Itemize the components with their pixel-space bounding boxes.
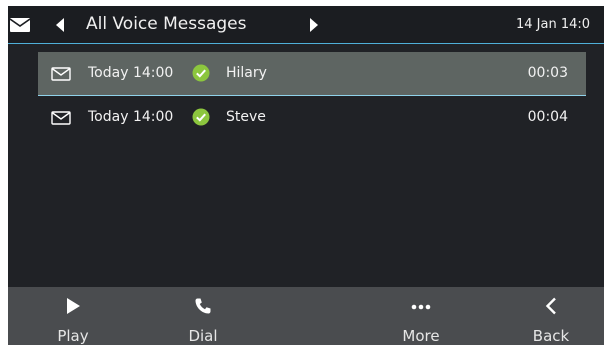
message-duration: 00:03 <box>527 65 568 81</box>
phone-icon <box>195 298 211 314</box>
voice-messages-screen: All Voice Messages 14 Jan 14:0 Today 14:… <box>8 6 604 345</box>
envelope-icon <box>51 111 71 125</box>
message-time: Today 14:00 <box>88 109 174 125</box>
page-title: All Voice Messages <box>86 14 247 34</box>
back-softkey[interactable]: Back <box>511 287 591 345</box>
message-row-steve[interactable]: Today 14:00 Steve 00:04 <box>38 96 586 140</box>
message-row-hilary[interactable]: Today 14:00 Hilary 00:03 <box>38 52 586 96</box>
more-softkey[interactable]: More <box>381 287 461 345</box>
check-icon <box>192 64 210 82</box>
caller-name: Hilary <box>226 65 267 81</box>
mail-icon <box>10 18 30 32</box>
header-divider <box>8 43 604 44</box>
caller-name: Steve <box>226 109 266 125</box>
more-dots-icon <box>411 304 431 310</box>
play-icon <box>67 298 80 314</box>
back-chevron-icon <box>545 297 556 315</box>
dial-softkey[interactable]: Dial <box>163 287 243 345</box>
play-softkey[interactable]: Play <box>33 287 113 345</box>
dial-label: Dial <box>188 327 218 345</box>
check-icon <box>192 108 210 126</box>
header-bar: All Voice Messages 14 Jan 14:0 <box>8 6 604 44</box>
envelope-icon <box>51 67 71 81</box>
more-label: More <box>402 327 440 345</box>
message-list: Today 14:00 Hilary 00:03 Today 14:00 Ste… <box>38 52 586 140</box>
date-time: 14 Jan 14:0 <box>516 17 591 32</box>
next-arrow-icon[interactable] <box>308 17 320 33</box>
message-duration: 00:04 <box>527 109 568 125</box>
play-label: Play <box>57 327 89 345</box>
softkey-bar: Play Dial More Back <box>8 287 604 345</box>
back-label: Back <box>532 327 570 345</box>
message-time: Today 14:00 <box>88 65 174 81</box>
previous-arrow-icon[interactable] <box>54 17 66 33</box>
